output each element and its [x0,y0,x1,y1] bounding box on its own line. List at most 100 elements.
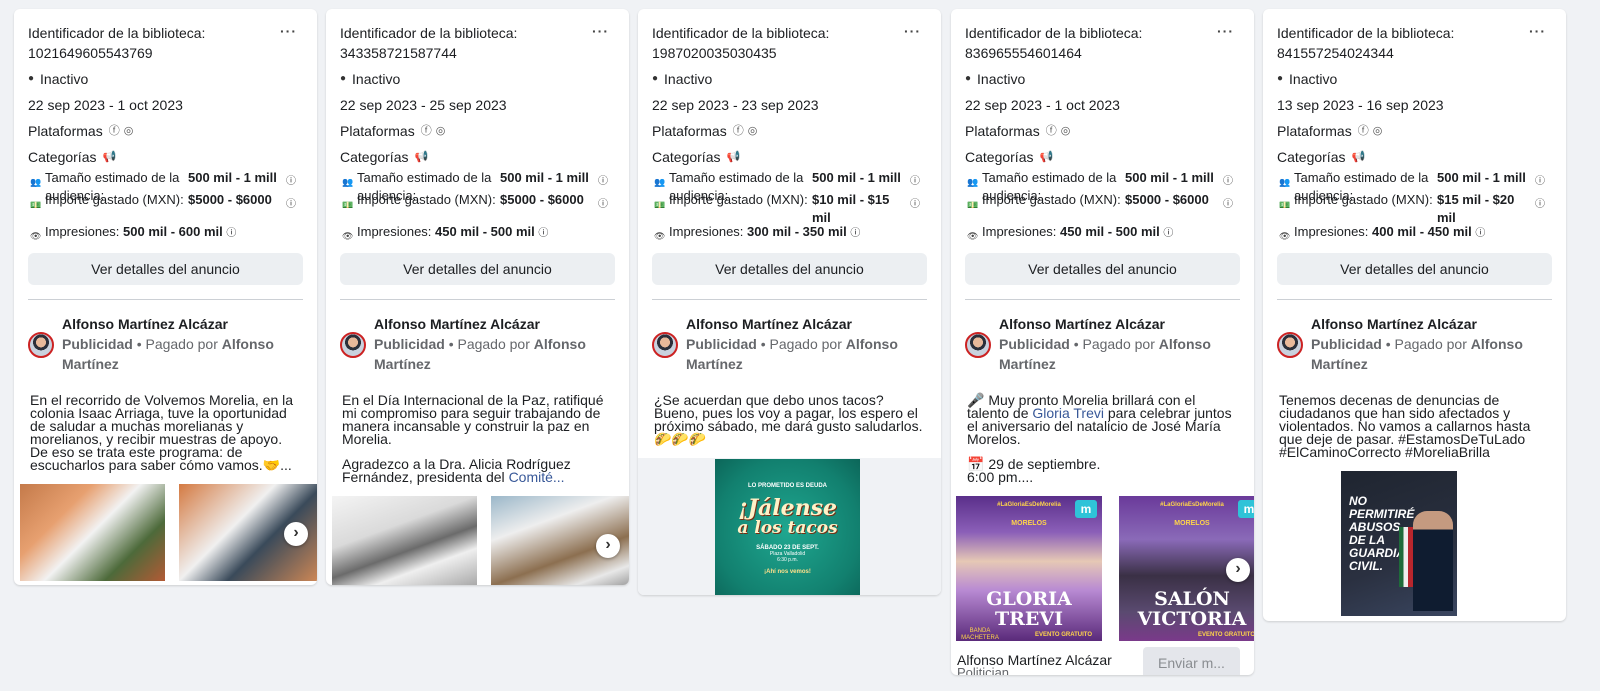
carousel-photo[interactable] [20,484,165,581]
categories-row: Categorías 📢 [652,147,927,167]
ad-card: Identificador de la biblioteca: 10216496… [14,9,317,585]
people-icon: 👥 [654,177,666,187]
send-message-button[interactable]: Enviar m... [1143,647,1240,675]
instagram-icon: ◎ [435,125,446,137]
platforms-row: Plataformas ⓕ ◎ [1277,121,1552,141]
more-icon[interactable]: ··· [592,23,609,39]
platforms-label: Plataformas [652,123,727,139]
megaphone-icon: 📢 [102,151,117,163]
chevron-right-icon[interactable]: › [1226,558,1250,582]
more-icon[interactable]: ··· [904,23,921,39]
info-icon[interactable]: ⓘ [910,196,920,214]
check-circle-icon: ● [28,73,35,84]
check-circle-icon: ● [652,73,659,84]
info-icon[interactable]: ⓘ [1475,228,1485,239]
ad-details-button[interactable]: Ver detalles del anuncio [28,253,303,285]
paid-by-prefix: • Pagado por [448,336,530,352]
info-icon[interactable]: ⓘ [286,173,296,191]
megaphone-icon: 📢 [726,151,741,163]
ad-body: En el Día Internacional de la Paz, ratif… [326,374,629,484]
impressions: Impresiones: 450 mil - 500 mil ⓘ [982,223,1173,243]
info-icon[interactable]: ⓘ [598,173,608,191]
chevron-right-icon[interactable]: › [596,534,620,558]
advertiser-name[interactable]: Alfonso Martínez Alcázar [999,314,1240,334]
chevron-right-icon[interactable]: › [284,522,308,546]
ad-details-button[interactable]: Ver detalles del anuncio [1277,253,1552,285]
poster-venue: MORELOS [1011,520,1047,527]
avatar[interactable] [28,332,54,358]
ad-body: 🎤 Muy pronto Morelia brillará con el tal… [951,374,1254,484]
avatar[interactable] [340,332,366,358]
statement-poster[interactable]: NO PERMITIRÉ ABUSOS DE LA GUARDIA CIVIL. [1341,471,1457,616]
status-row: ● Inactivo [1277,69,1552,89]
avatar[interactable] [652,332,678,358]
impressions-label: Impresiones: [1294,224,1369,239]
avatar[interactable] [1277,332,1303,358]
concert-poster[interactable]: #LaGloriaEsDeMorelia MORELOS m GLORIA TREVI… [956,496,1102,641]
avatar[interactable] [965,332,991,358]
poster-time: 6:30 p.m. [777,557,798,563]
info-icon[interactable]: ⓘ [1535,173,1545,191]
megaphone-icon: 📢 [414,151,429,163]
ad-details-button[interactable]: Ver detalles del anuncio [652,253,927,285]
check-circle-icon: ● [1277,73,1284,84]
info-icon[interactable]: ⓘ [1223,173,1233,191]
date-range: 22 sep 2023 - 25 sep 2023 [340,97,507,113]
info-icon[interactable]: ⓘ [850,228,860,239]
brand-logo: m [1238,500,1254,518]
info-icon[interactable]: ⓘ [286,196,296,214]
more-icon[interactable]: ··· [1529,23,1546,39]
audience-value: 500 mil - 1 mill [812,170,901,185]
date-range: 22 sep 2023 - 1 oct 2023 [965,97,1120,113]
categories-row: Categorías 📢 [1277,147,1552,167]
impressions-label: Impresiones: [45,224,120,239]
spend-value: $5000 - $6000 [1125,192,1209,207]
ad-media: › [326,496,629,585]
advertiser-name[interactable]: Alfonso Martínez Alcázar [374,314,615,334]
audience-value: 500 mil - 1 mill [1125,170,1214,185]
advertiser-name[interactable]: Alfonso Martínez Alcázar [1311,314,1552,334]
info-icon[interactable]: ⓘ [226,228,236,239]
platforms-row: Plataformas ⓕ ◎ [965,121,1240,141]
platforms-label: Plataformas [28,123,103,139]
image-area: NO PERMITIRÉ ABUSOS DE LA GUARDIA CIVIL. [1263,471,1566,616]
paid-by-prefix: • Pagado por [1073,336,1155,352]
ad-card-header: Identificador de la biblioteca: 84155725… [1263,9,1566,300]
ad-details-button[interactable]: Ver detalles del anuncio [340,253,615,285]
info-icon[interactable]: ⓘ [1163,228,1173,239]
impressions-value: 450 mil - 500 mil [435,224,535,239]
more-icon[interactable]: ··· [1217,23,1234,39]
library-id: Identificador de la biblioteca: 84155725… [1277,25,1455,61]
more-icon[interactable]: ··· [280,23,297,39]
image-carousel: › [326,496,629,585]
info-icon[interactable]: ⓘ [598,196,608,214]
megaphone-icon: 📢 [1039,151,1054,163]
ad-details-button[interactable]: Ver detalles del anuncio [965,253,1240,285]
platforms-row: Plataformas ⓕ ◎ [340,121,615,141]
body-link[interactable]: Comité... [509,469,565,485]
platforms-row: Plataformas ⓕ ◎ [28,121,303,141]
poster-hashtag: #LaGloriaEsDeMorelia [1160,502,1224,508]
promo-poster[interactable]: LO PROMETIDO ES DEUDA ¡Jálense a los tacos… [715,459,860,595]
people-icon: 👥 [1279,177,1291,187]
spend-value: $15 mil - $20 mil [1437,192,1515,225]
info-icon[interactable]: ⓘ [538,228,548,239]
platforms-label: Plataformas [965,123,1040,139]
ad-card-header: Identificador de la biblioteca: 10216496… [14,9,317,300]
info-icon[interactable]: ⓘ [1223,196,1233,214]
ad-card: Identificador de la biblioteca: 19870200… [638,9,941,595]
spend-label: Importe gastado (MXN): [669,192,808,207]
advertiser-header: Alfonso Martínez Alcázar Publicidad • Pa… [326,300,629,374]
eye-icon: 👁 [967,231,979,241]
instagram-icon: ◎ [123,125,134,137]
ad-body: Tenemos decenas de denuncias de ciudadan… [1263,374,1566,459]
info-icon[interactable]: ⓘ [1535,196,1545,214]
paid-by-prefix: • Pagado por [760,336,842,352]
advertiser-name[interactable]: Alfonso Martínez Alcázar [62,314,303,334]
advertiser-name[interactable]: Alfonso Martínez Alcázar [686,314,927,334]
carousel-photo[interactable] [332,496,477,585]
date-range: 22 sep 2023 - 23 sep 2023 [652,97,819,113]
impressions-label: Impresiones: [669,224,744,239]
info-icon[interactable]: ⓘ [910,173,920,191]
ad-card: Identificador de la biblioteca: 84155725… [1263,9,1566,621]
